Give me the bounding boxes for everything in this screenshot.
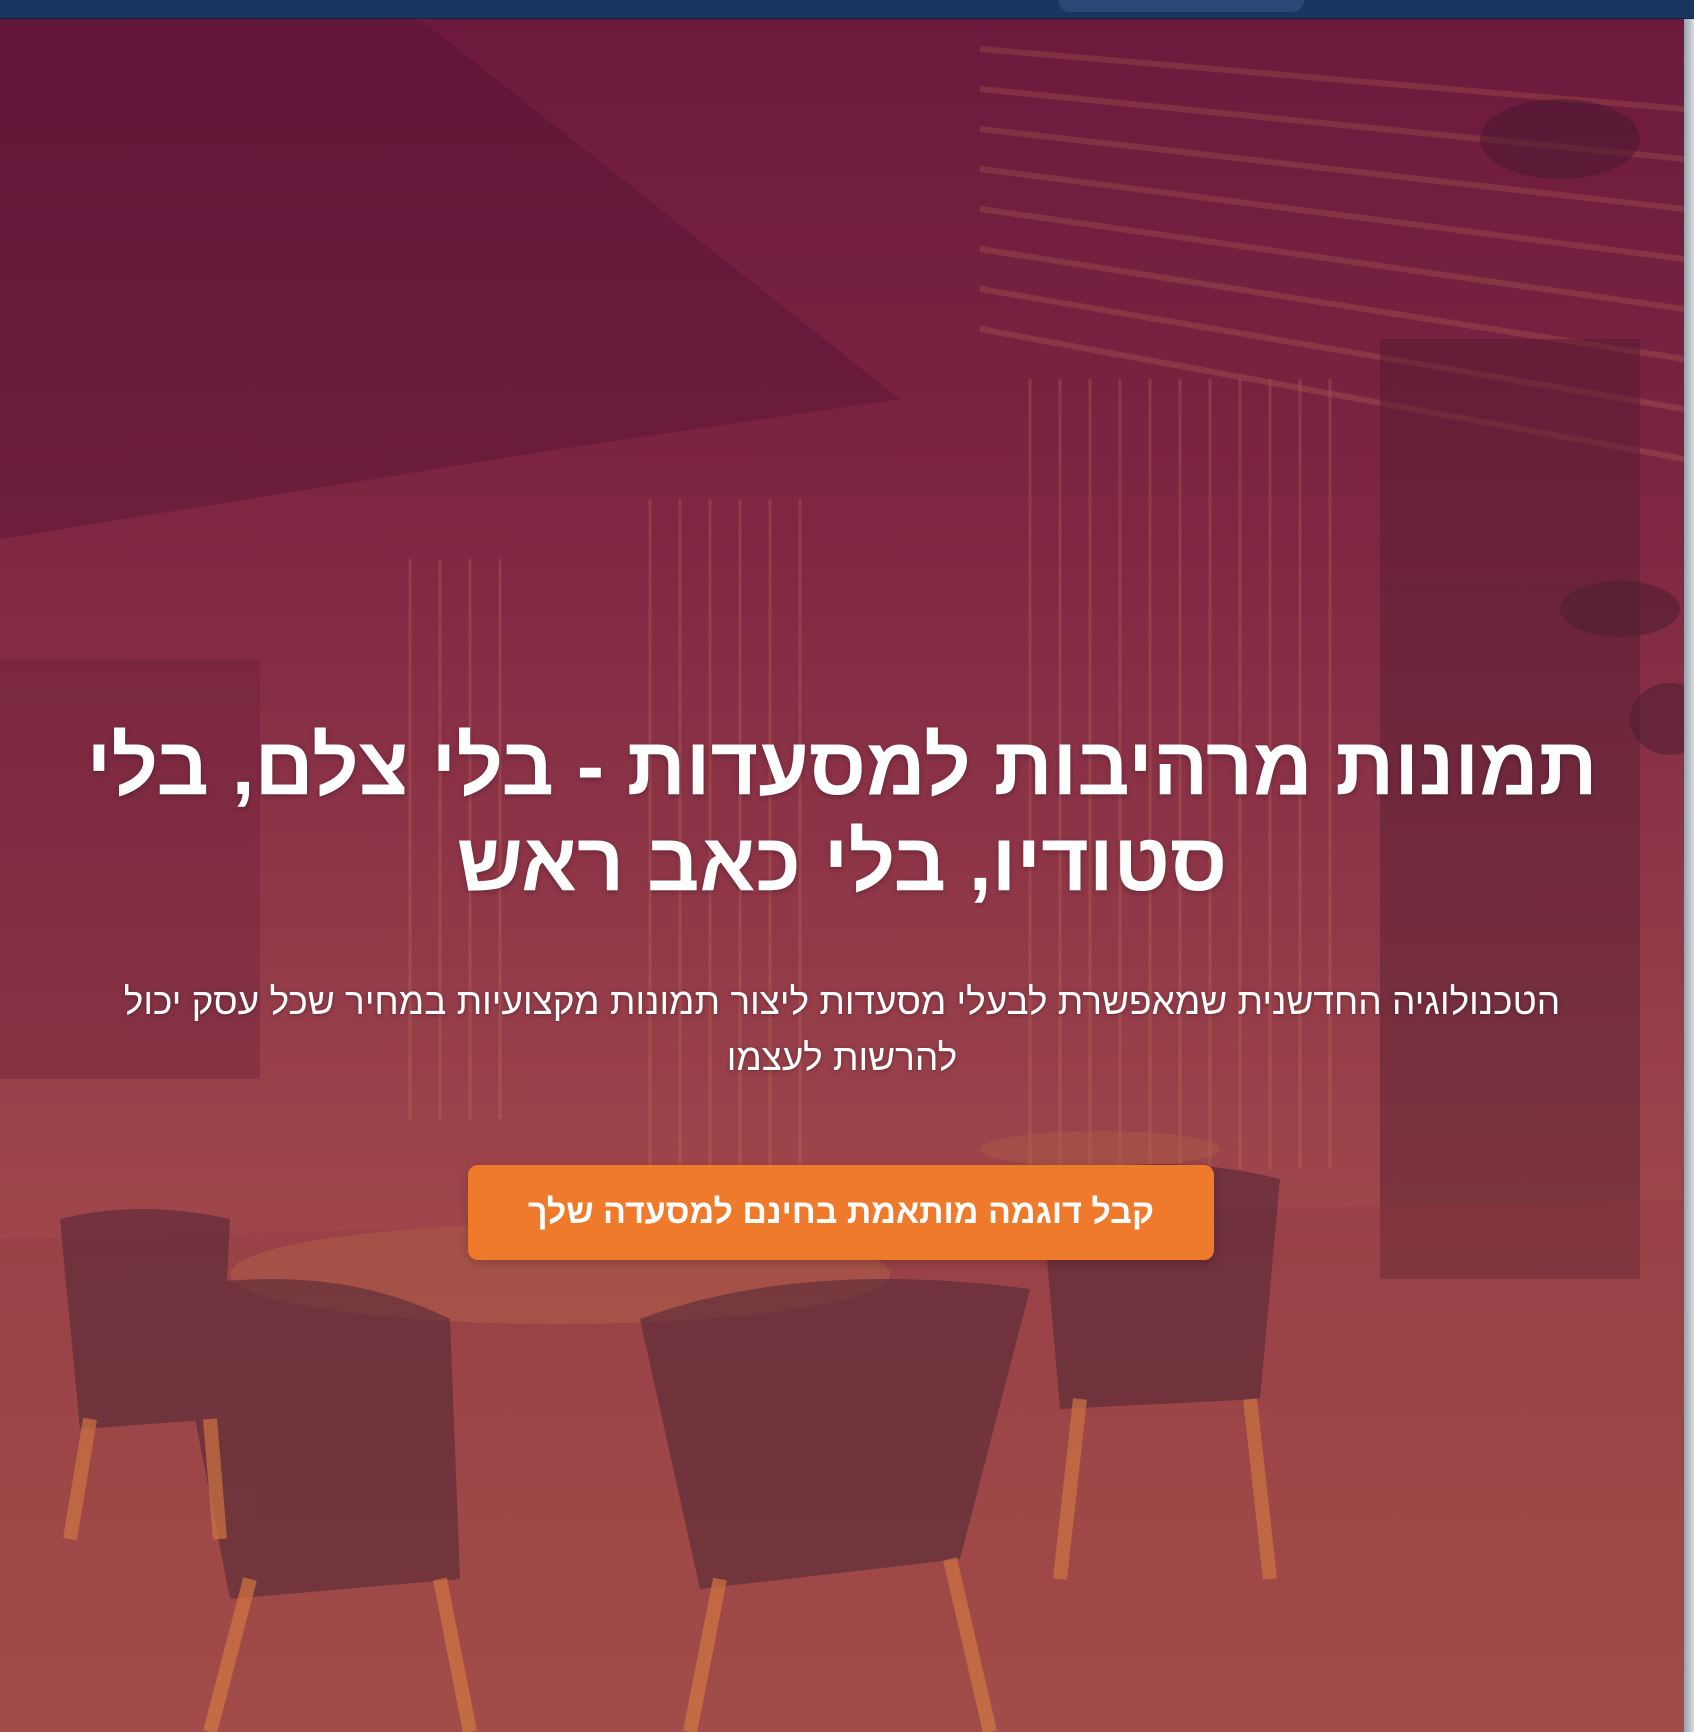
browser-top-bar — [0, 0, 1694, 19]
scrollbar-edge — [1684, 19, 1694, 1732]
top-bar-tab — [1058, 0, 1304, 12]
get-free-sample-button[interactable]: קבל דוגמה מותאמת בחינם למסעדה שלך — [468, 1165, 1214, 1260]
hero-section: תמונות מרהיבות למסעדות - בלי צלם, בלי סט… — [0, 19, 1684, 1732]
hero-subtext: הטכנולוגיה החדשנית שמאפשרת לבעלי מסעדות … — [123, 981, 1561, 1078]
hero-headline: תמונות מרהיבות למסעדות - בלי צלם, בלי סט… — [86, 721, 1598, 908]
